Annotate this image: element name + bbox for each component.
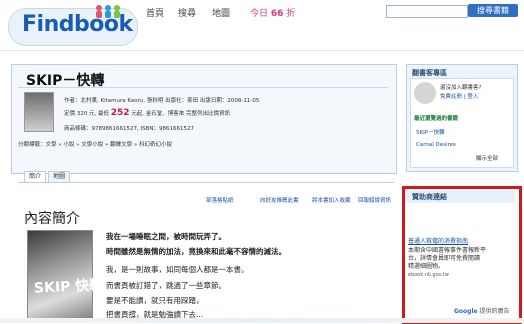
book-cover-thumbnail[interactable] bbox=[24, 92, 54, 132]
intro-line: 時間雖然是無情的加法，竟換來和此毫不容情的減法。 bbox=[106, 247, 286, 256]
ad-url[interactable]: ebook.nli.gov.tw bbox=[408, 272, 449, 278]
logo[interactable]: Findbook bbox=[8, 4, 138, 46]
intro-line: 我在一場睡眠之間，被時間玩弄了。 bbox=[106, 232, 226, 241]
reader-question: 還沒加入翻書客? bbox=[440, 85, 482, 91]
tab-bar bbox=[18, 171, 394, 183]
search-button[interactable]: 搜尋書籍 bbox=[468, 4, 518, 17]
intro-line: 我，是一則故事，如同每個人都是一本書。 bbox=[106, 265, 249, 274]
nav-home[interactable]: 首頁 bbox=[146, 6, 164, 19]
header-divider bbox=[0, 50, 524, 51]
cover-title-text: SKIP 快轉 bbox=[33, 277, 104, 297]
nav-map[interactable]: 地圖 bbox=[212, 6, 230, 19]
signup-login-link[interactable]: 免費註冊 | 登入 bbox=[440, 92, 478, 100]
intro-line: 要是不能讀，就只有用踩踏， bbox=[106, 296, 204, 305]
tab-intro[interactable]: 簡介 bbox=[24, 171, 46, 182]
show-all-link[interactable]: 顯示全部 bbox=[476, 154, 498, 162]
nav-search[interactable]: 搜尋 bbox=[178, 6, 196, 19]
price-prefix: 定價 320 元, 最低 bbox=[64, 111, 109, 117]
recent-books-title: 最近瀏覽過的書籍 bbox=[414, 116, 459, 122]
recent-book-link[interactable]: SKIP－快轉 bbox=[416, 128, 445, 136]
book-isbn: 商品條碼：9789861661527, ISBN：9861661527 bbox=[64, 126, 194, 132]
reader-panel-title: 翻書客專區 bbox=[412, 69, 447, 77]
ad-description: 精選細圖物。 bbox=[408, 263, 445, 270]
today-prefix: 今日 bbox=[250, 9, 269, 19]
lowest-price: 252 bbox=[110, 108, 130, 118]
logo-people-icon bbox=[96, 5, 120, 18]
sponsored-title: 贊助商連結 bbox=[412, 193, 447, 201]
book-tags[interactable]: 分類標籤：文學 » 小說 » 文學小說 » 翻譯文學 » 科幻奇幻小說 bbox=[18, 140, 172, 148]
google-credit-suffix: 提供的廣告 bbox=[479, 308, 510, 315]
add-to-collection-link[interactable]: 將本書加入收藏 bbox=[312, 196, 351, 204]
book-price-line: 定價 320 元, 最低 252 元起, 金石堂、博客來 完整列出比價資訊 bbox=[64, 108, 230, 118]
google-ads-credit[interactable]: Google 提供的廣告 bbox=[454, 306, 510, 315]
today-suffix: 折 bbox=[286, 9, 296, 19]
google-brand: Google bbox=[454, 308, 478, 315]
bottom-strip bbox=[0, 318, 524, 323]
nav-today-deals[interactable]: 今日 66 折 bbox=[250, 6, 295, 19]
report-error-link[interactable]: 回報錯誤資訊 bbox=[358, 196, 391, 204]
blog-sticker-link[interactable]: 部落格貼紙 bbox=[206, 196, 234, 204]
ad-link[interactable]: 普通人救擋的消費指南 bbox=[408, 236, 468, 245]
search-input[interactable] bbox=[386, 5, 468, 18]
today-count: 66 bbox=[270, 9, 284, 19]
price-suffix: 元起, 金石堂、博客來 完整列出比價資訊 bbox=[131, 111, 231, 117]
recommend-to-friend-link[interactable]: 向好友推薦此書 bbox=[260, 196, 299, 204]
title-divider bbox=[18, 87, 388, 88]
recent-book-link[interactable]: Carnal Desires bbox=[416, 142, 456, 148]
section-title: 內容簡介 bbox=[24, 211, 80, 227]
book-meta-authors: 作者：北村薰, Kitamura Kaoru, 張秋明 出版社：麥田 出版日期：… bbox=[64, 98, 260, 104]
intro-line: 而書頁被訂錯了，跳過了一些章節。 bbox=[106, 281, 226, 290]
avatar bbox=[414, 82, 436, 104]
tab-map[interactable]: 地圖 bbox=[48, 171, 70, 182]
